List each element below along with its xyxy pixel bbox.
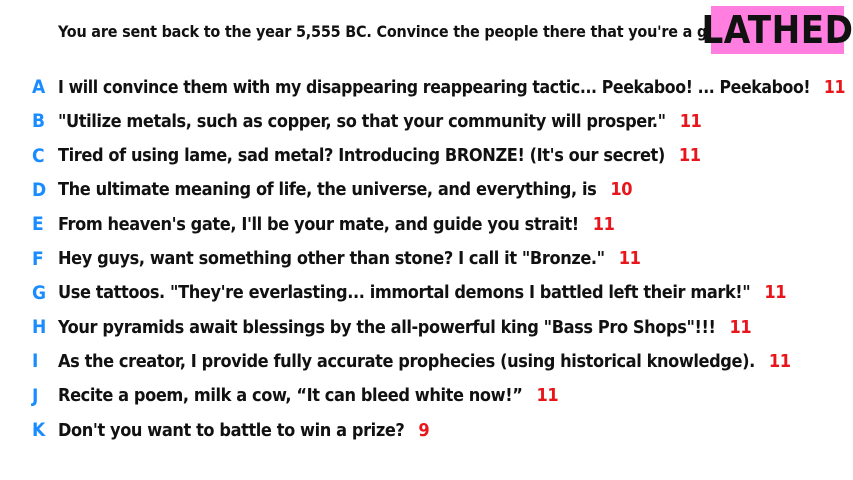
answer-letter: C [32, 144, 45, 167]
prompt-text: You are sent back to the year 5,555 BC. … [58, 22, 733, 41]
answer-body: Your pyramids await blessings by the all… [58, 316, 716, 338]
answer-row: J Recite a poem, milk a cow, “It can blee… [0, 379, 853, 413]
lathed-badge: LATHED [701, 6, 853, 54]
answer-body: The ultimate meaning of life, the univer… [58, 179, 597, 201]
answer-score: 11 [618, 248, 641, 269]
answer-body: Hey guys, want something other than ston… [58, 248, 605, 269]
answer-score: 10 [610, 179, 633, 201]
answer-row: C Tired of using lame, sad metal? Introdu… [0, 139, 853, 173]
answer-row: H Your pyramids await blessings by the al… [0, 310, 853, 344]
answer-text: "Utilize metals, such as copper, so that… [58, 110, 702, 132]
answer-text: Your pyramids await blessings by the all… [58, 316, 752, 338]
answer-score: 11 [536, 385, 559, 407]
answer-text: As the creator, I provide fully accurate… [58, 351, 791, 372]
answer-text: Don't you want to battle to win a prize?… [58, 419, 430, 441]
answer-letter: A [32, 76, 46, 98]
answer-letter: E [32, 213, 44, 236]
answer-letter: D [32, 178, 47, 201]
answer-row: K Don't you want to battle to win a prize… [0, 413, 853, 447]
answer-body: Don't you want to battle to win a prize? [58, 419, 405, 441]
answer-score: 11 [592, 213, 615, 235]
answer-letter: B [32, 110, 46, 133]
answer-score: 11 [764, 282, 787, 304]
answer-score: 11 [678, 145, 701, 167]
answer-score: 11 [679, 110, 702, 132]
answer-letter: H [32, 316, 47, 339]
answer-row: I As the creator, I provide fully accurat… [0, 344, 853, 378]
answer-text: Hey guys, want something other than ston… [58, 248, 641, 269]
answer-body: I will convince them with my disappearin… [58, 76, 811, 98]
answer-text: Use tattoos. "They're everlasting... imm… [58, 282, 786, 303]
answer-text: Recite a poem, milk a cow, “It can bleed… [58, 385, 559, 407]
answer-letter: F [32, 247, 44, 270]
answer-letter: G [32, 281, 47, 304]
answer-letter: J [32, 384, 39, 407]
answer-score: 11 [729, 316, 752, 338]
answer-text: From heaven's gate, I'll be your mate, a… [58, 214, 615, 235]
answer-body: As the creator, I provide fully accurate… [58, 350, 755, 372]
answer-text: The ultimate meaning of life, the univer… [58, 179, 633, 201]
answer-row: E From heaven's gate, I'll be your mate, … [0, 207, 853, 241]
answer-letter: I [32, 350, 39, 373]
answer-row: G Use tattoos. "They're everlasting... im… [0, 276, 853, 310]
answer-score: 9 [418, 419, 430, 441]
answer-text: I will convince them with my disappearin… [58, 77, 845, 98]
answer-text: Tired of using lame, sad metal? Introduc… [58, 145, 701, 166]
answer-body: From heaven's gate, I'll be your mate, a… [58, 213, 579, 235]
answer-body: Recite a poem, milk a cow, “It can bleed… [58, 385, 523, 407]
answer-score: 11 [823, 76, 846, 98]
answer-body: Use tattoos. "They're everlasting... imm… [58, 282, 751, 304]
answer-body: "Utilize metals, such as copper, so that… [58, 110, 666, 132]
answer-letter: K [32, 419, 46, 441]
answer-row: F Hey guys, want something other than sto… [0, 242, 853, 276]
answer-row: A I will convince them with my disappeari… [0, 70, 853, 104]
answer-row: D The ultimate meaning of life, the unive… [0, 173, 853, 207]
answer-row: B "Utilize metals, such as copper, so tha… [0, 104, 853, 138]
answer-score: 11 [768, 350, 791, 372]
answer-body: Tired of using lame, sad metal? Introduc… [58, 145, 665, 167]
